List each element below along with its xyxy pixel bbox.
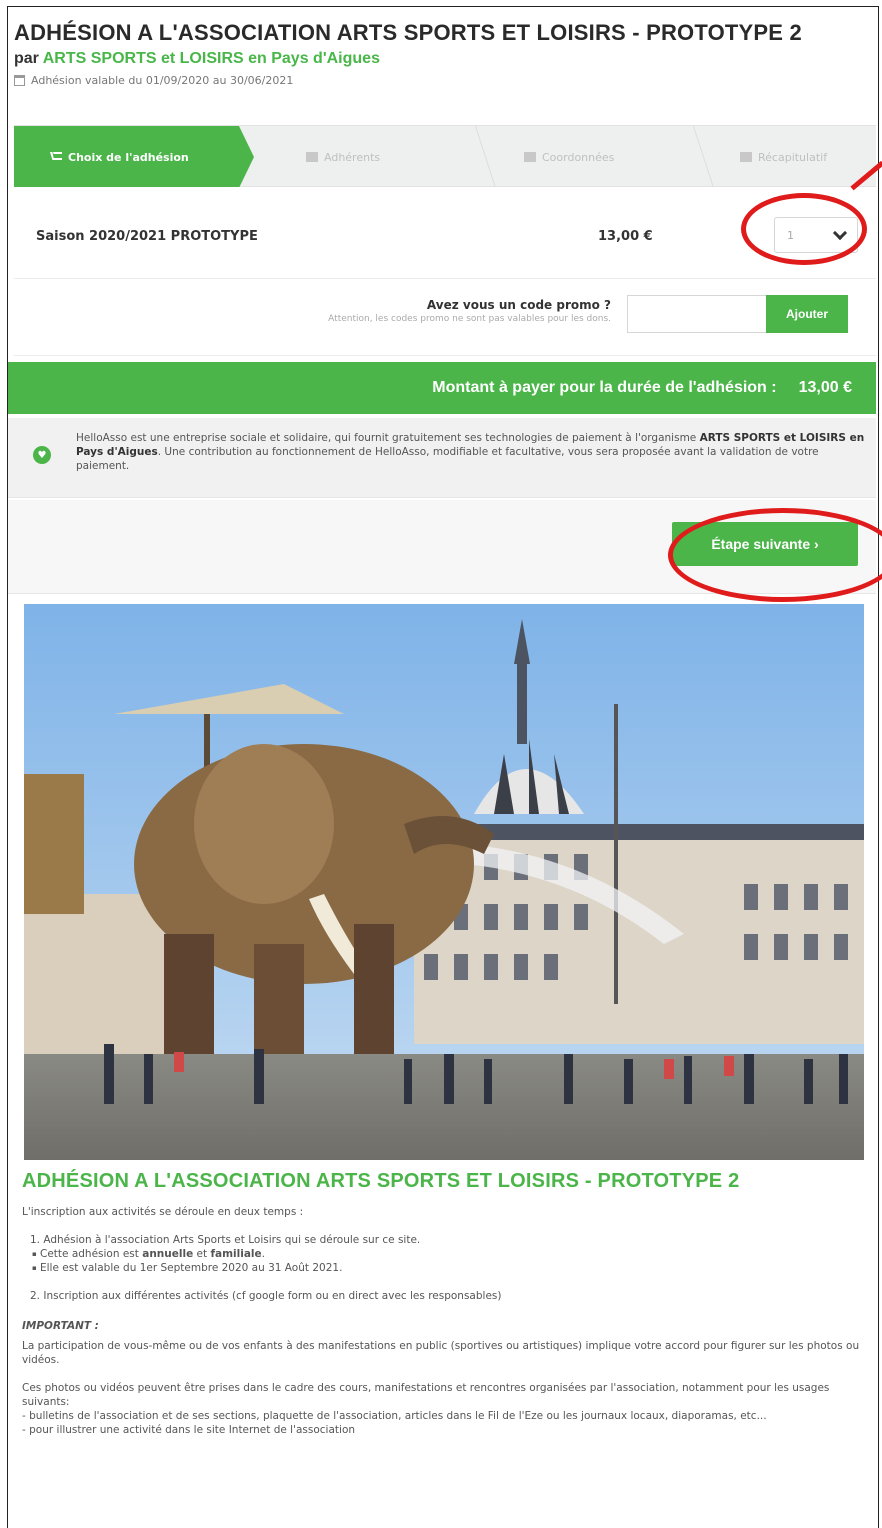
by-prefix: par <box>14 50 43 67</box>
paragraph: - pour illustrer une activité dans le si… <box>22 1424 356 1436</box>
step-choice[interactable]: Choix de l'adhésion <box>14 126 254 188</box>
membership-name: Saison 2020/2021 PROTOTYPE <box>36 229 258 244</box>
paragraph: - bulletins de l'association et de ses s… <box>22 1410 767 1422</box>
description-title: ADHÉSION A L'ASSOCIATION ARTS SPORTS ET … <box>22 1170 740 1192</box>
bullet-text: et <box>193 1248 211 1260</box>
check-icon <box>740 152 752 162</box>
paragraph: Ces photos ou vidéos peuvent être prises… <box>22 1382 830 1408</box>
cart-icon <box>50 152 62 160</box>
promo-warning: Attention, les codes promo ne sont pas v… <box>328 314 611 324</box>
bullet-item: Elle est valable du 1er Septembre 2020 a… <box>22 1261 872 1275</box>
list-item: 2. Inscription aux différentes activités… <box>30 1290 502 1302</box>
promo-question: Avez vous un code promo ? <box>426 298 611 312</box>
description-intro: L'inscription aux activités se déroule e… <box>22 1206 304 1218</box>
helloasso-info: ♥ HelloAsso est une entreprise sociale e… <box>8 418 876 498</box>
step-label: Adhérents <box>324 150 381 164</box>
step-divider <box>453 126 497 188</box>
organization-link[interactable]: ARTS SPORTS et LOISIRS en Pays d'Aigues <box>43 50 380 67</box>
step-label: Coordonnées <box>542 150 615 164</box>
bullet-text: . <box>261 1248 265 1260</box>
heart-icon: ♥ <box>33 446 51 464</box>
validity-text: Adhésion valable du 01/09/2020 au 30/06/… <box>31 74 294 87</box>
important-heading: IMPORTANT : <box>22 1320 99 1332</box>
info-text: HelloAsso est une entreprise sociale et … <box>76 431 866 473</box>
amount-value: 13,00 € <box>798 379 852 396</box>
validity-line: Adhésion valable du 01/09/2020 au 30/06/… <box>14 74 874 87</box>
amount-label: Montant à payer pour la durée de l'adhés… <box>432 379 777 396</box>
bullet-strong: familiale <box>210 1248 262 1260</box>
promo-row: Avez vous un code promo ? Attention, les… <box>14 280 876 356</box>
promo-prompt: Avez vous un code promo ? Attention, les… <box>328 298 611 324</box>
page-title: ADHÉSION A L'ASSOCIATION ARTS SPORTS ET … <box>14 20 802 45</box>
organizer-line: par ARTS SPORTS et LOISIRS en Pays d'Aig… <box>14 50 874 68</box>
step-contact[interactable]: Coordonnées <box>524 126 614 188</box>
step-members[interactable]: Adhérents <box>306 126 380 188</box>
step-label: Récapitulatif <box>758 150 828 164</box>
calendar-icon <box>14 75 25 86</box>
list-item: 1. Adhésion à l'association Arts Sports … <box>30 1234 421 1246</box>
bullet-text: Cette adhésion est <box>40 1248 143 1260</box>
annotation-circle-quantity <box>741 193 867 265</box>
step-divider <box>671 126 715 188</box>
step-summary[interactable]: Récapitulatif <box>740 126 827 188</box>
amount-bar: Montant à payer pour la durée de l'adhés… <box>8 362 876 414</box>
step-progress: Choix de l'adhésion Adhérents Coordonnée… <box>14 125 876 188</box>
list-icon <box>524 152 536 162</box>
membership-price: 13,00 € <box>598 229 653 244</box>
hero-photo <box>24 604 864 1160</box>
users-icon <box>306 152 318 162</box>
info-text-part: . Une contribution au fonctionnement de … <box>76 446 819 472</box>
add-promo-button[interactable]: Ajouter <box>766 295 848 333</box>
paragraph: La participation de vous-même ou de vos … <box>22 1340 860 1366</box>
info-text-part: HelloAsso est une entreprise sociale et … <box>76 432 700 444</box>
page-header: ADHÉSION A L'ASSOCIATION ARTS SPORTS ET … <box>14 20 874 87</box>
promo-code-input[interactable] <box>627 295 767 333</box>
bullet-item: Cette adhésion est annuelle et familiale… <box>22 1247 872 1261</box>
hero-image <box>24 604 864 1160</box>
bullet-strong: annuelle <box>142 1248 194 1260</box>
step-label: Choix de l'adhésion <box>68 150 189 164</box>
description: ADHÉSION A L'ASSOCIATION ARTS SPORTS ET … <box>22 1170 872 1437</box>
annotation-circle-next <box>668 508 882 602</box>
